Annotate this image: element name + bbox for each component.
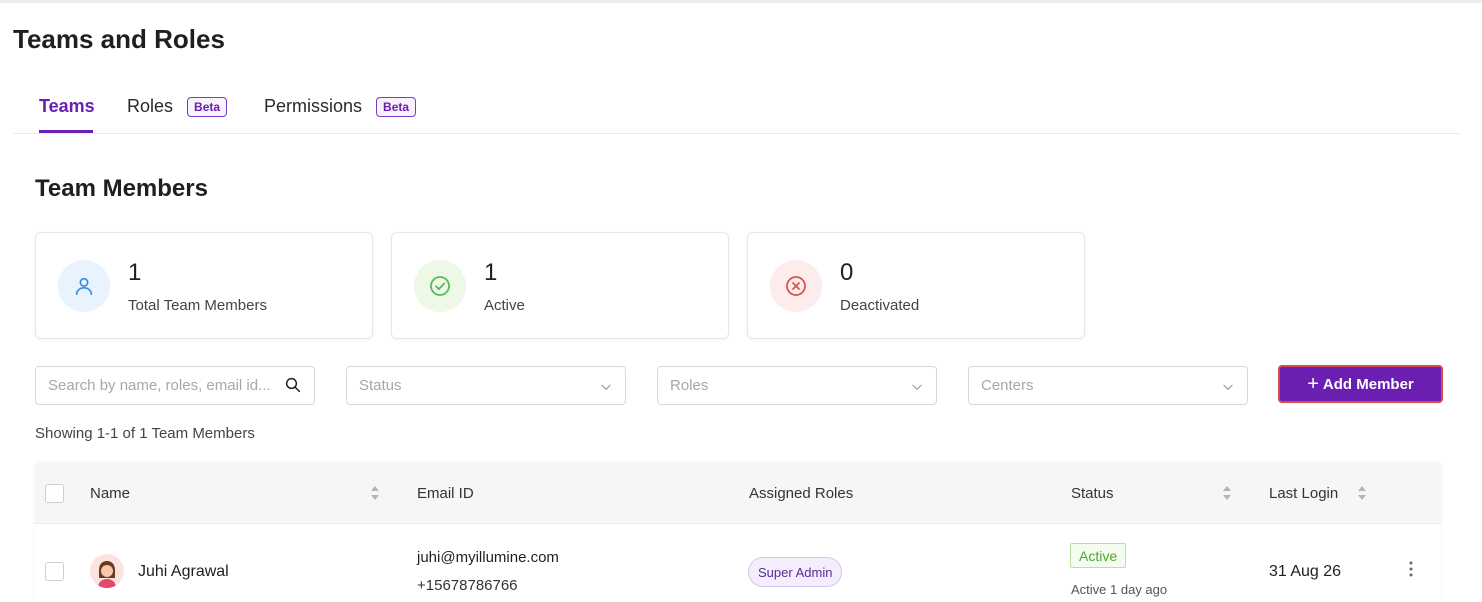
more-options-icon[interactable] xyxy=(1408,560,1414,583)
column-header-name: Name xyxy=(90,485,131,502)
user-icon xyxy=(58,260,110,312)
table-row[interactable]: Juhi Agrawal juhi@myillumine.com +156787… xyxy=(35,524,1441,602)
avatar xyxy=(90,554,124,588)
tab-teams[interactable]: Teams xyxy=(39,96,95,117)
row-checkbox[interactable] xyxy=(45,562,64,581)
tab-permissions-label: Permissions xyxy=(264,96,363,116)
tab-teams-label: Teams xyxy=(39,96,95,116)
team-members-table: Name Email ID Assigned Roles Status Last… xyxy=(35,462,1441,602)
stat-value: 1 xyxy=(484,259,498,286)
status-badge: Active xyxy=(1070,543,1127,568)
search-input[interactable] xyxy=(48,377,276,394)
stat-card-total: 1 Total Team Members xyxy=(35,232,373,339)
sort-icon[interactable] xyxy=(1221,485,1233,506)
stat-label: Deactivated xyxy=(840,297,920,314)
stat-label: Total Team Members xyxy=(128,297,267,314)
chevron-down-icon xyxy=(910,380,924,398)
column-header-email: Email ID xyxy=(417,485,474,502)
plus-icon: + xyxy=(1307,373,1319,395)
stat-card-active: 1 Active xyxy=(391,232,729,339)
stat-value: 1 xyxy=(128,259,142,286)
member-name[interactable]: Juhi Agrawal xyxy=(138,563,229,581)
member-phone: +15678786766 xyxy=(417,577,518,594)
top-border xyxy=(0,0,1482,3)
tab-permissions[interactable]: Permissions Beta xyxy=(264,96,417,117)
centers-filter-value: Centers xyxy=(981,377,1034,394)
search-box xyxy=(35,366,315,405)
member-email: juhi@myillumine.com xyxy=(417,549,559,566)
column-header-roles: Assigned Roles xyxy=(749,485,854,502)
add-member-label: Add Member xyxy=(1322,375,1414,393)
last-login-date: 31 Aug 26 xyxy=(1269,563,1342,580)
add-member-button[interactable]: + Add Member xyxy=(1278,365,1443,403)
chevron-down-icon xyxy=(1221,380,1235,398)
roles-filter-value: Roles xyxy=(670,377,709,394)
stat-label: Active xyxy=(484,297,525,314)
search-icon[interactable] xyxy=(284,376,302,399)
section-title: Team Members xyxy=(35,175,208,202)
role-chip: Super Admin xyxy=(748,557,843,587)
status-last-active: Active 1 day ago xyxy=(1071,582,1168,597)
page-title: Teams and Roles xyxy=(13,24,225,54)
centers-filter-select[interactable]: Centers xyxy=(968,366,1248,405)
select-all-checkbox[interactable] xyxy=(45,484,64,503)
sort-icon[interactable] xyxy=(369,485,381,506)
roles-filter-select[interactable]: Roles xyxy=(657,366,937,405)
column-header-status: Status xyxy=(1071,485,1114,502)
tab-roles-label: Roles xyxy=(127,96,174,116)
column-header-last-login: Last Login xyxy=(1269,485,1339,502)
table-header: Name Email ID Assigned Roles Status Last… xyxy=(35,462,1441,524)
active-tab-indicator xyxy=(39,130,93,133)
chevron-down-icon xyxy=(599,380,613,398)
check-circle-icon xyxy=(414,260,466,312)
stat-card-deactivated: 0 Deactivated xyxy=(747,232,1085,339)
status-filter-value: Status xyxy=(359,377,402,394)
beta-badge: Beta xyxy=(376,96,417,117)
results-count: Showing 1-1 of 1 Team Members xyxy=(35,425,255,442)
status-filter-select[interactable]: Status xyxy=(346,366,626,405)
x-circle-icon xyxy=(770,260,822,312)
tab-roles[interactable]: Roles Beta xyxy=(127,96,228,117)
tab-bar: Teams Roles Beta Permissions Beta xyxy=(13,92,1460,134)
stat-value: 0 xyxy=(840,259,854,286)
sort-icon[interactable] xyxy=(1356,485,1368,506)
beta-badge: Beta xyxy=(187,96,228,117)
